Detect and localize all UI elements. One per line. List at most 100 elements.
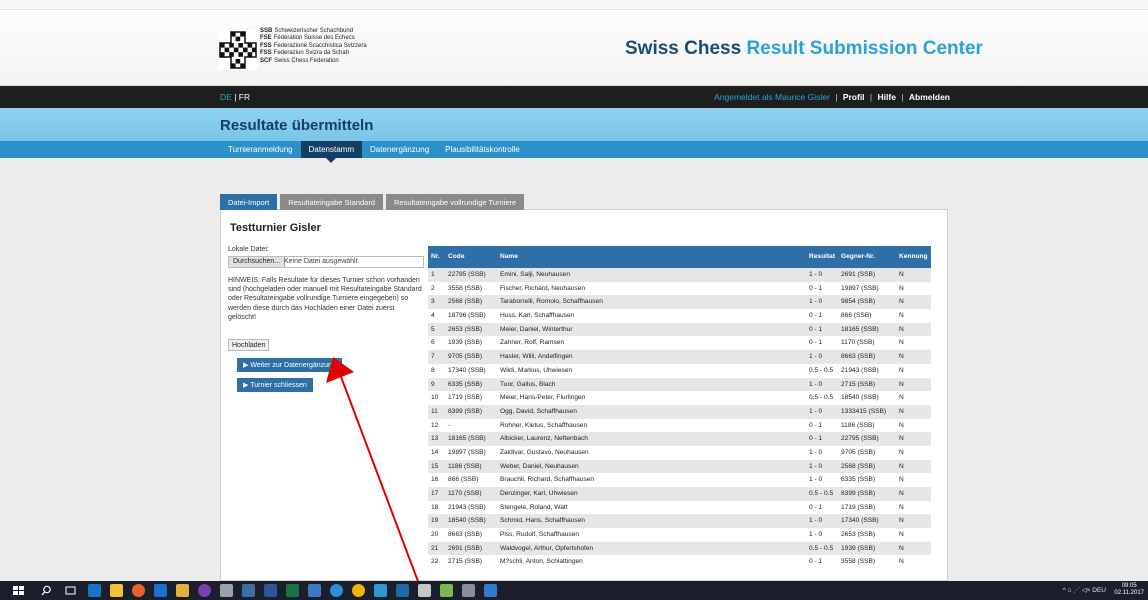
cell-opponent: 1939 (SSB) <box>841 544 876 552</box>
site-title: Swiss Chess Result Submission Center <box>625 38 983 59</box>
onenote-icon[interactable] <box>198 584 211 597</box>
cell-opponent: 22795 (SSB) <box>841 435 879 443</box>
help-link[interactable]: Hilfe <box>878 92 896 102</box>
nav-turnieranmeldung[interactable]: Turnieranmeldung <box>220 141 301 158</box>
cell-nr: 3 <box>431 298 435 306</box>
profile-link[interactable]: Profil <box>843 92 865 102</box>
browser-edge <box>0 0 1148 10</box>
table-row: 20 8663 (SSB) Plss, Rudolf, Schaffhausen 1 … <box>428 528 931 542</box>
nav-datenergaenzung[interactable]: Datenergänzung <box>362 141 437 158</box>
cell-kennung: N <box>899 407 904 415</box>
table-row: 4 18796 (SSB) Huss, Karl, Schaffhausen 0 - … <box>428 309 931 323</box>
task-view-icon[interactable] <box>64 584 77 597</box>
close-tournament-button[interactable]: ▶ Turnier schliessen <box>237 378 313 392</box>
cell-kennung: N <box>899 421 904 429</box>
cell-nr: 1 <box>431 271 435 278</box>
cell-nr: 18 <box>431 503 439 511</box>
upload-button[interactable]: Hochladen <box>228 339 270 351</box>
logout-link[interactable]: Abmelden <box>909 92 950 102</box>
cell-code: 8663 (SSB) <box>448 531 483 539</box>
input-language[interactable]: DEU <box>1092 587 1106 594</box>
tab-resultateingabe-standard[interactable]: Resultateingabe Standard <box>280 194 383 210</box>
file-input[interactable]: Durchsuchen... Keine Datei ausgewählt. <box>228 256 424 268</box>
nav-datenstamm[interactable]: Datenstamm <box>300 141 362 163</box>
cell-kennung: N <box>899 462 904 470</box>
cell-name: Hasler, Willi, Andelfingen <box>500 353 573 361</box>
cell-name: Wildi, Markus, Uhwiesen <box>500 366 573 374</box>
logo-line: FSE Fédération Suisse des Echecs <box>260 35 355 42</box>
content-tabs: Datei-Import Resultateingabe Standard Resu… <box>220 194 527 210</box>
table-row: 15 1186 (SSB) Weber, Daniel, Neuhausen 1 - … <box>428 459 931 474</box>
app-icon[interactable] <box>462 584 475 597</box>
nav-plausibilitaetskontrolle[interactable]: Plausibilitätskontrolle <box>437 141 528 158</box>
top-bar: DE | FR Angemeldet als Maurice Gisler | … <box>0 86 1148 108</box>
store-icon[interactable] <box>176 584 189 597</box>
chrome-icon[interactable] <box>352 584 365 597</box>
cell-name: Fischer, Richard, Neuhausen <box>500 284 586 292</box>
file-explorer-icon[interactable] <box>110 584 123 597</box>
lang-fr-link[interactable]: FR <box>239 92 250 102</box>
cell-opponent: 6335 (SSB) <box>841 476 876 484</box>
table-row: 1 22795 (SSB) Emini, Salji, Neuhausen 1 - 0… <box>428 268 931 282</box>
remote-desktop-icon[interactable] <box>308 584 321 597</box>
cell-nr: 5 <box>431 325 435 333</box>
cell-name: Emini, Salji, Neuhausen <box>500 271 571 278</box>
cell-name: Tuor, Gallus, Blach <box>500 380 556 388</box>
search-icon[interactable] <box>40 584 53 597</box>
excel-icon[interactable] <box>286 584 299 597</box>
continue-to-data-completion-button[interactable]: ▶ Weiter zur Datenergänzung <box>237 358 342 372</box>
word-icon[interactable] <box>264 584 277 597</box>
cell-kennung: N <box>899 517 904 525</box>
outlook-icon[interactable] <box>154 584 167 597</box>
cell-nr: 2 <box>431 284 435 292</box>
app-icon[interactable] <box>396 584 409 597</box>
cell-kennung: N <box>899 271 904 278</box>
col-header-name: Name <box>500 253 518 260</box>
system-tray[interactable]: ^ ⌂ ⋰ ◁× DEU <box>1063 586 1106 594</box>
notes-app-icon[interactable] <box>242 584 255 597</box>
cell-kennung: N <box>899 353 904 361</box>
app-icon[interactable] <box>440 584 453 597</box>
cell-opponent: 19897 (SSB) <box>841 284 879 292</box>
lang-de-link[interactable]: DE <box>220 92 232 102</box>
cell-opponent: 1719 (SSB) <box>841 503 876 511</box>
cell-nr: 22 <box>431 558 439 566</box>
cell-name: Zahner, Rolf, Ramsen <box>500 339 565 347</box>
cell-nr: 14 <box>431 448 439 456</box>
skype-icon[interactable] <box>330 584 343 597</box>
tab-datei-import[interactable]: Datei-Import <box>220 194 278 210</box>
cell-code: 17340 (SSB) <box>448 366 486 374</box>
cell-nr: 8 <box>431 366 435 374</box>
cell-nr: 11 <box>431 407 438 415</box>
browse-button[interactable]: Durchsuchen... <box>229 257 286 267</box>
cell-code: 2568 (SSB) <box>448 298 483 306</box>
calculator-icon[interactable] <box>220 584 233 597</box>
edge-browser-icon[interactable] <box>88 584 101 597</box>
cell-code: 18540 (SSB) <box>448 517 486 525</box>
app-icon[interactable] <box>418 584 431 597</box>
cell-opponent: 21943 (SSB) <box>841 366 879 374</box>
app-icon[interactable] <box>484 584 497 597</box>
federation-logo[interactable]: SSB Schweizerischer Schachbund FSE Fédérat… <box>218 28 398 74</box>
clock[interactable]: 09:05 02.11.2017 <box>1114 583 1144 598</box>
cell-name: Brauchli, Richard, Schaffhausen <box>500 476 595 484</box>
table-row: 21 2691 (SSB) Waldvogel, Arthur, Opfertsho… <box>428 541 931 556</box>
windows-start-icon[interactable] <box>12 584 25 597</box>
lang-separator: | <box>234 92 237 102</box>
cell-kennung: N <box>899 558 904 566</box>
table-row: 18 21943 (SSB) Stengele, Roland, Watt 0 - 1… <box>428 500 931 515</box>
cell-name: Meier, Hans-Peter, Flurlingen <box>500 394 586 402</box>
cell-opponent: 1333415 (SSB) <box>841 407 887 415</box>
chess-cross-logo-icon <box>218 30 258 70</box>
cell-name: Schmid, Hans, Schaffhausen <box>500 517 585 525</box>
cell-kennung: N <box>899 531 904 539</box>
tournament-title: Testturnier Gisler <box>230 222 321 234</box>
section-nav: Turnieranmeldung Datenstamm Datenergänzung… <box>220 141 528 163</box>
cell-nr: 17 <box>431 490 439 497</box>
firefox-icon[interactable] <box>132 584 145 597</box>
app-icon[interactable] <box>374 584 387 597</box>
subnav-bar <box>0 141 1148 158</box>
tab-resultateingabe-vollrundig[interactable]: Resultateingabe vollrundige Turniere <box>386 194 525 210</box>
cell-name: Waldvogel, Arthur, Opfertshofen <box>500 544 594 552</box>
cell-code: 866 (SSB) <box>448 476 479 484</box>
